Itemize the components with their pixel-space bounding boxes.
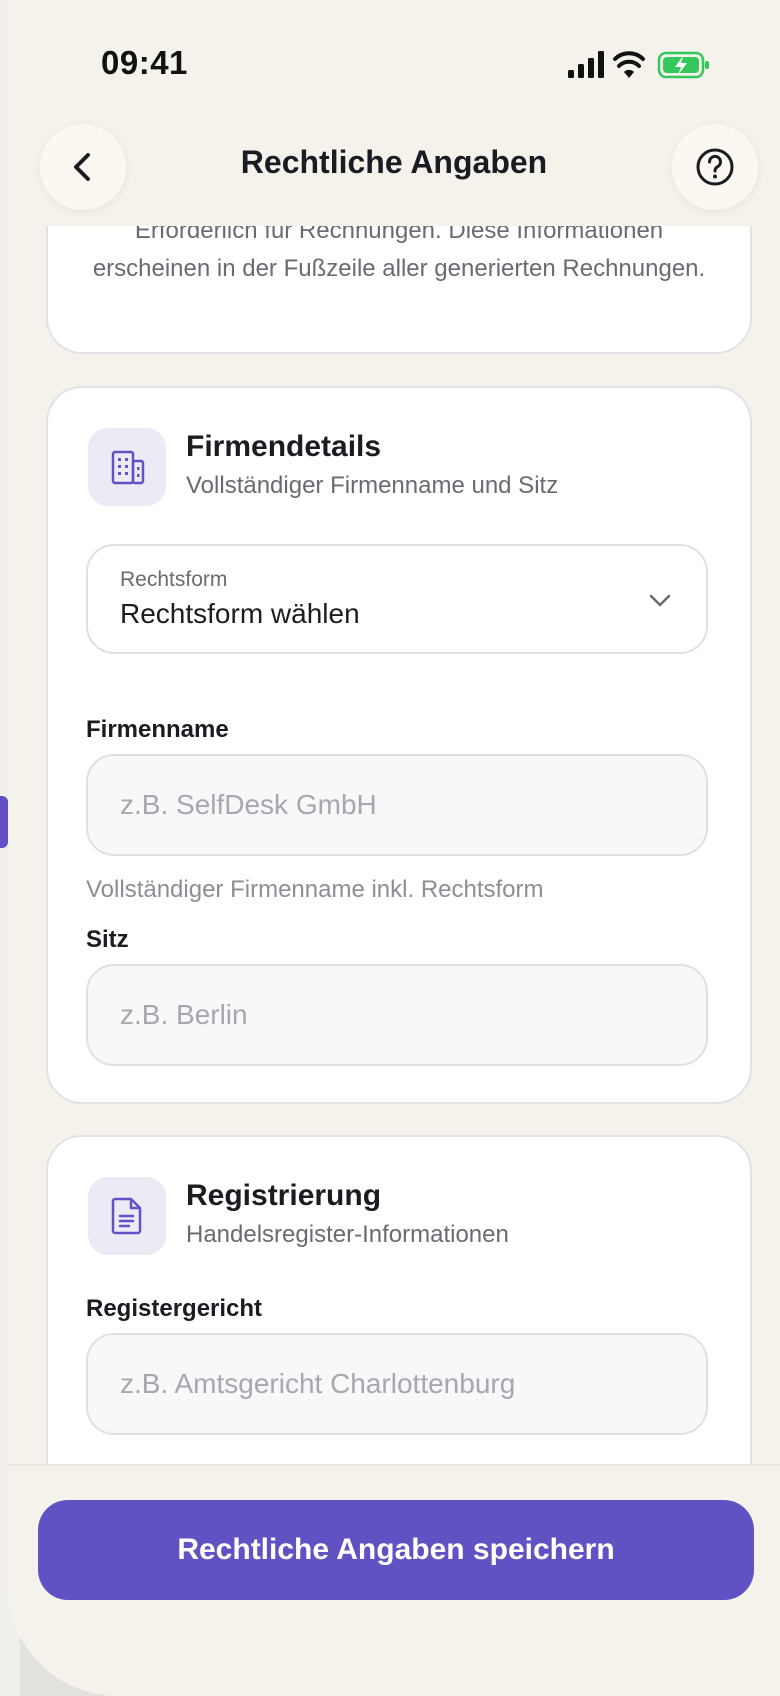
chevron-down-icon	[649, 594, 671, 607]
section-title: Firmendetails	[186, 430, 382, 463]
seat-input[interactable]: z.B. Berlin	[86, 964, 708, 1066]
register-court-input[interactable]: z.B. Amtsgericht Charlottenburg	[86, 1333, 708, 1435]
document-icon	[88, 1177, 166, 1255]
register-court-label: Registergericht	[86, 1295, 263, 1322]
nav-header: Rechtliche Angaben	[8, 120, 780, 226]
registration-card: Registrierung Handelsregister-Informatio…	[46, 1135, 752, 1464]
save-button[interactable]: Rechtliche Angaben speichern	[38, 1500, 754, 1600]
help-button[interactable]	[672, 124, 758, 210]
footer-bar: Rechtliche Angaben speichern	[8, 1464, 780, 1696]
section-subtitle: Handelsregister-Informationen	[186, 1221, 509, 1248]
company-name-input[interactable]: z.B. SelfDesk GmbH	[86, 754, 708, 856]
building-icon	[88, 428, 166, 506]
company-details-card: Firmendetails Vollständiger Firmenname u…	[46, 386, 752, 1104]
page-title: Rechtliche Angaben	[240, 144, 548, 180]
section-title: Registrierung	[186, 1179, 382, 1212]
seat-label: Sitz	[86, 926, 129, 953]
legal-form-value: Rechtsform wählen	[120, 598, 360, 629]
background-page-accent	[0, 796, 8, 848]
legal-form-label: Rechtsform	[120, 568, 228, 591]
company-name-label: Firmenname	[86, 716, 229, 743]
legal-form-select[interactable]: Rechtsform Rechtsform wählen	[86, 544, 708, 654]
section-subtitle: Vollständiger Firmenname und Sitz	[186, 472, 559, 499]
question-icon	[696, 148, 734, 186]
modal-sheet: 09:41 Erforderlich für Rechnungen. Diese…	[8, 0, 780, 1696]
company-name-help: Vollständiger Firmenname inkl. Rechtsfor…	[86, 876, 544, 903]
